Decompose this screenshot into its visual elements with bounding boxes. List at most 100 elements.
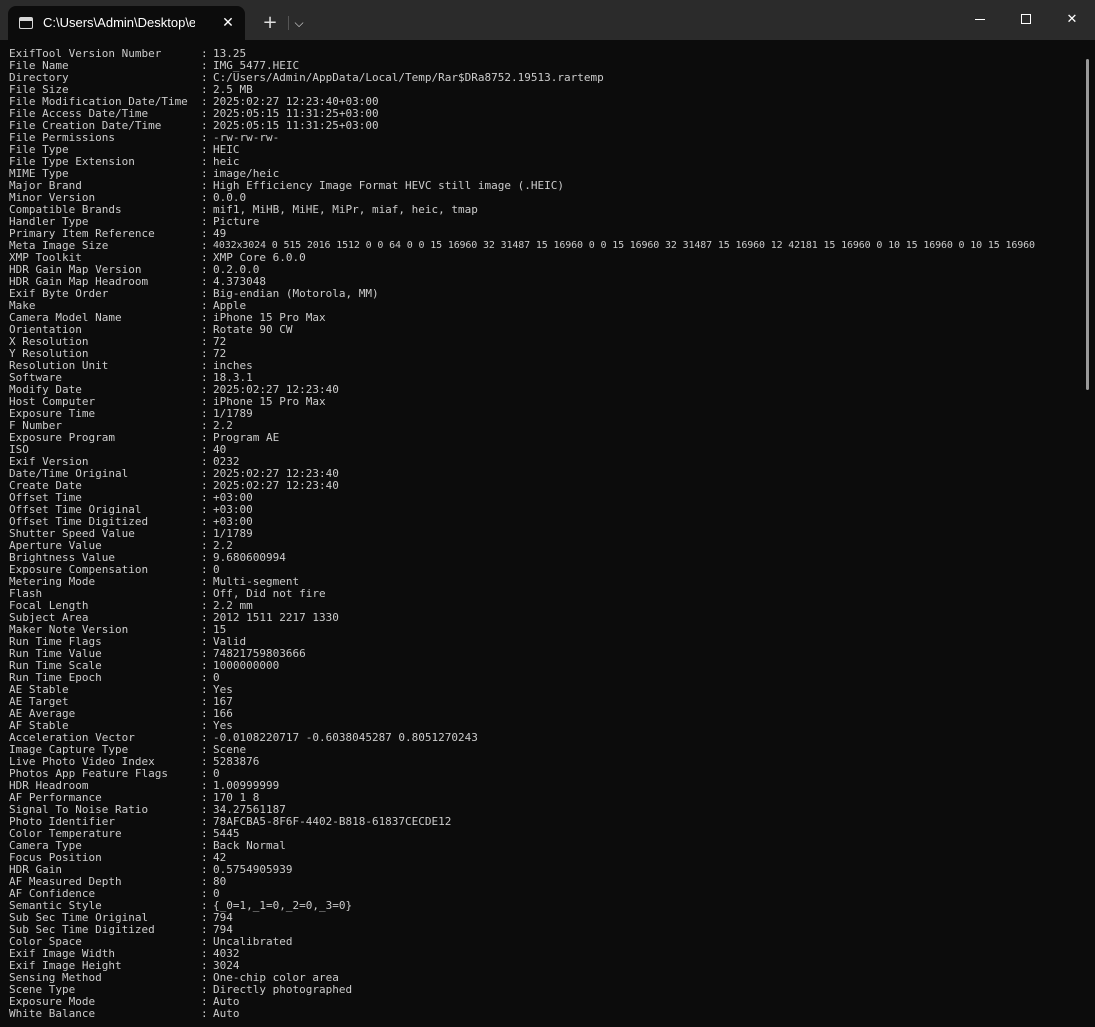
tag-name: AF Confidence: [9, 888, 96, 900]
tag-value: C:/Users/Admin/AppData/Local/Temp/Rar$DR…: [213, 71, 604, 84]
output-line: Date/Time Original:2025:02:27 12:23:40: [9, 468, 1081, 480]
tag-name: Brightness Value: [9, 552, 115, 564]
tag-name: Make: [9, 300, 36, 312]
output-line: Acceleration Vector: -0.0108220717 -0.603…: [9, 732, 1081, 744]
tag-name: File Modification Date/Time: [9, 96, 188, 108]
tag-value: 2012 1511 2217 1330: [213, 611, 339, 624]
output-line: Y Resolution:72: [9, 348, 1081, 360]
output-line: HDR Gain Map Version:0.2.0.0: [9, 264, 1081, 276]
output-line: Run Time Scale:1000000000: [9, 660, 1081, 672]
tag-name: HDR Headroom: [9, 780, 89, 792]
tag-name: Resolution Unit: [9, 360, 109, 372]
separator: :: [201, 1007, 208, 1020]
output-line: Host Computer: iPhone 15 Pro Max: [9, 396, 1081, 408]
tab-active[interactable]: C:\Users\Admin\Desktop\exift ✕: [8, 6, 245, 40]
tag-name: Y Resolution: [9, 348, 89, 360]
tag-name: Run Time Epoch: [9, 672, 102, 684]
tag-name: File Permissions: [9, 132, 115, 144]
tag-name: Exif Image Width: [9, 948, 115, 960]
output-line: AF Performance:170 1 8: [9, 792, 1081, 804]
tag-name: AF Performance: [9, 792, 102, 804]
tag-name: Sub Sec Time Digitized: [9, 924, 155, 936]
tag-name: Minor Version: [9, 192, 96, 204]
tag-name: Date/Time Original: [9, 468, 129, 480]
output-line: Flash: Off, Did not fire: [9, 588, 1081, 600]
tag-name: Sub Sec Time Original: [9, 912, 149, 924]
tag-name: Compatible Brands: [9, 204, 122, 216]
tag-name: Color Temperature: [9, 828, 122, 840]
tag-name: Exif Byte Order: [9, 288, 109, 300]
tag-name: White Balance: [9, 1008, 96, 1020]
tag-name: Software: [9, 372, 62, 384]
output-line: Run Time Epoch:0: [9, 672, 1081, 684]
tag-name: Scene Type: [9, 984, 76, 996]
output-line: ISO:40: [9, 444, 1081, 456]
output-line: Exif Image Width:4032: [9, 948, 1081, 960]
output-line: Handler Type: Picture: [9, 216, 1081, 228]
tag-name: Directory: [9, 72, 69, 84]
output-line: File Type Extension: heic: [9, 156, 1081, 168]
tab-title: C:\Users\Admin\Desktop\exift: [43, 15, 195, 30]
output-line: AE Average:166: [9, 708, 1081, 720]
close-window-button[interactable]: ✕: [1049, 0, 1095, 40]
tag-name: File Size: [9, 84, 69, 96]
scrollbar-thumb[interactable]: [1086, 59, 1089, 390]
chevron-down-icon[interactable]: ⌵: [289, 12, 309, 34]
output-line: AE Stable: Yes: [9, 684, 1081, 696]
maximize-icon: [1021, 14, 1031, 24]
output-line: White Balance: Auto: [9, 1008, 1081, 1020]
tag-name: File Type: [9, 144, 69, 156]
tag-name: AF Measured Depth: [9, 876, 122, 888]
output-line: Resolution Unit: inches: [9, 360, 1081, 372]
tag-name: Primary Item Reference: [9, 228, 155, 240]
tag-name: AE Average: [9, 708, 76, 720]
tag-name: Run Time Flags: [9, 636, 102, 648]
output-line: HDR Gain:0.5754905939: [9, 864, 1081, 876]
output-line: Exif Version:0232: [9, 456, 1081, 468]
output-line: Focus Position:42: [9, 852, 1081, 864]
tag-name: ISO: [9, 444, 29, 456]
output-line: File Creation Date/Time:2025:05:15 11:31…: [9, 120, 1081, 132]
output-line: Orientation: Rotate 90 CW: [9, 324, 1081, 336]
close-tab-icon[interactable]: ✕: [217, 12, 239, 34]
output-line: Focal Length:2.2 mm: [9, 600, 1081, 612]
output-line: Primary Item Reference:49: [9, 228, 1081, 240]
output-line: Metering Mode: Multi-segment: [9, 576, 1081, 588]
tag-name: Major Brand: [9, 180, 82, 192]
output-line: AF Measured Depth:80: [9, 876, 1081, 888]
new-tab-button[interactable]: +: [258, 11, 282, 35]
tag-name: HDR Gain: [9, 864, 62, 876]
tag-name: Metering Mode: [9, 576, 96, 588]
output-line: Modify Date:2025:02:27 12:23:40: [9, 384, 1081, 396]
tag-name: Exposure Compensation: [9, 564, 149, 576]
tag-name: Handler Type: [9, 216, 89, 228]
close-icon: ✕: [1066, 12, 1078, 27]
output-line: HDR Gain Map Headroom:4.373048: [9, 276, 1081, 288]
tag-name: Semantic Style: [9, 900, 102, 912]
output-line: Maker Note Version:15: [9, 624, 1081, 636]
minimize-button[interactable]: [957, 0, 1003, 40]
tag-value: 4032x3024 0 515 2016 1512 0 0 64 0 0 15 …: [213, 240, 1035, 251]
output-line: Aperture Value:2.2: [9, 540, 1081, 552]
tag-name: XMP Toolkit: [9, 252, 82, 264]
output-line: File Permissions: -rw-rw-rw-: [9, 132, 1081, 144]
tag-name: Exif Image Height: [9, 960, 122, 972]
tag-name: X Resolution: [9, 336, 89, 348]
tag-name: Flash: [9, 588, 43, 600]
output-line: Sensing Method: One-chip color area: [9, 972, 1081, 984]
tag-name: Aperture Value: [9, 540, 102, 552]
tag-name: Exposure Mode: [9, 996, 96, 1008]
title-bar[interactable]: C:\Users\Admin\Desktop\exift ✕ + ⌵ ✕: [0, 0, 1095, 40]
output-line: HDR Headroom:1.00999999: [9, 780, 1081, 792]
terminal-output[interactable]: ExifTool Version Number:13.25 File Name: I…: [9, 48, 1081, 1024]
vertical-scrollbar[interactable]: [1081, 40, 1095, 1027]
maximize-button[interactable]: [1003, 0, 1049, 40]
tag-value: 1000000000: [213, 659, 280, 672]
tag-name: Meta Image Size: [9, 240, 109, 252]
minimize-icon: [975, 19, 985, 20]
output-line: Semantic Style: {_0=1,_1=0,_2=0,_3=0}: [9, 900, 1081, 912]
tag-name: Offset Time Original: [9, 504, 142, 516]
output-line: AF Stable: Yes: [9, 720, 1081, 732]
tag-name: ExifTool Version Number: [9, 48, 162, 60]
tag-name: File Creation Date/Time: [9, 120, 162, 132]
